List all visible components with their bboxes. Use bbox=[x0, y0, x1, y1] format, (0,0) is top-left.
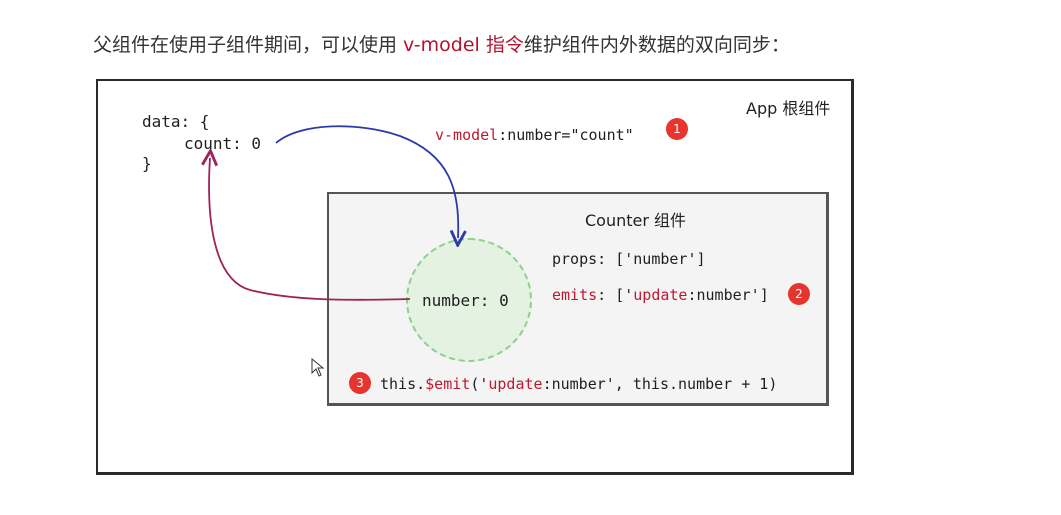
mouse-cursor-icon bbox=[311, 358, 325, 377]
props-down-arrow bbox=[275, 125, 458, 238]
arrows-layer bbox=[0, 125, 1061, 301]
emit-up-arrow bbox=[209, 158, 411, 301]
